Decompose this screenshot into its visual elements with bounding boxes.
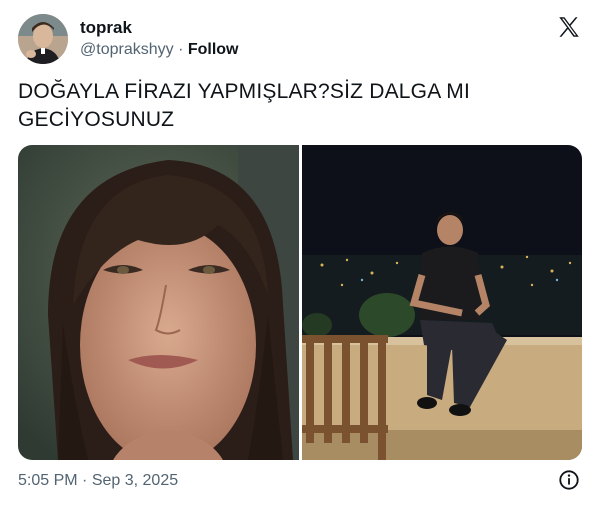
author-handle[interactable]: @toprakshyy [80,41,174,58]
tweet-date: Sep 3, 2025 [91,472,179,489]
media-grid [18,145,582,460]
info-icon[interactable] [558,469,580,491]
photo-woman-closeup[interactable] [18,145,299,460]
tweet-card: toprak @toprakshyy · Follow DOĞAYLA FİRA… [0,0,600,510]
photo-man-balcony[interactable] [302,145,582,460]
avatar-image [18,14,68,64]
tweet-text: DOĞAYLA FİRAZI YAPMIŞLAR?SİZ DALGA MI GE… [18,80,471,131]
tweet-timestamp[interactable]: 5:05 PM · Sep 3, 2025 [18,472,178,490]
follow-button[interactable]: Follow [188,41,239,58]
author-display-name[interactable]: toprak [80,18,132,38]
tweet-time: 5:05 PM [18,472,78,489]
photo-image [302,145,582,460]
date-separator: · [82,472,88,489]
photo-image [18,145,299,460]
avatar[interactable] [18,14,68,64]
handle-separator: · [178,41,184,58]
x-logo-icon[interactable] [556,14,582,40]
author-handle-row: @toprakshyy · Follow [80,41,239,59]
